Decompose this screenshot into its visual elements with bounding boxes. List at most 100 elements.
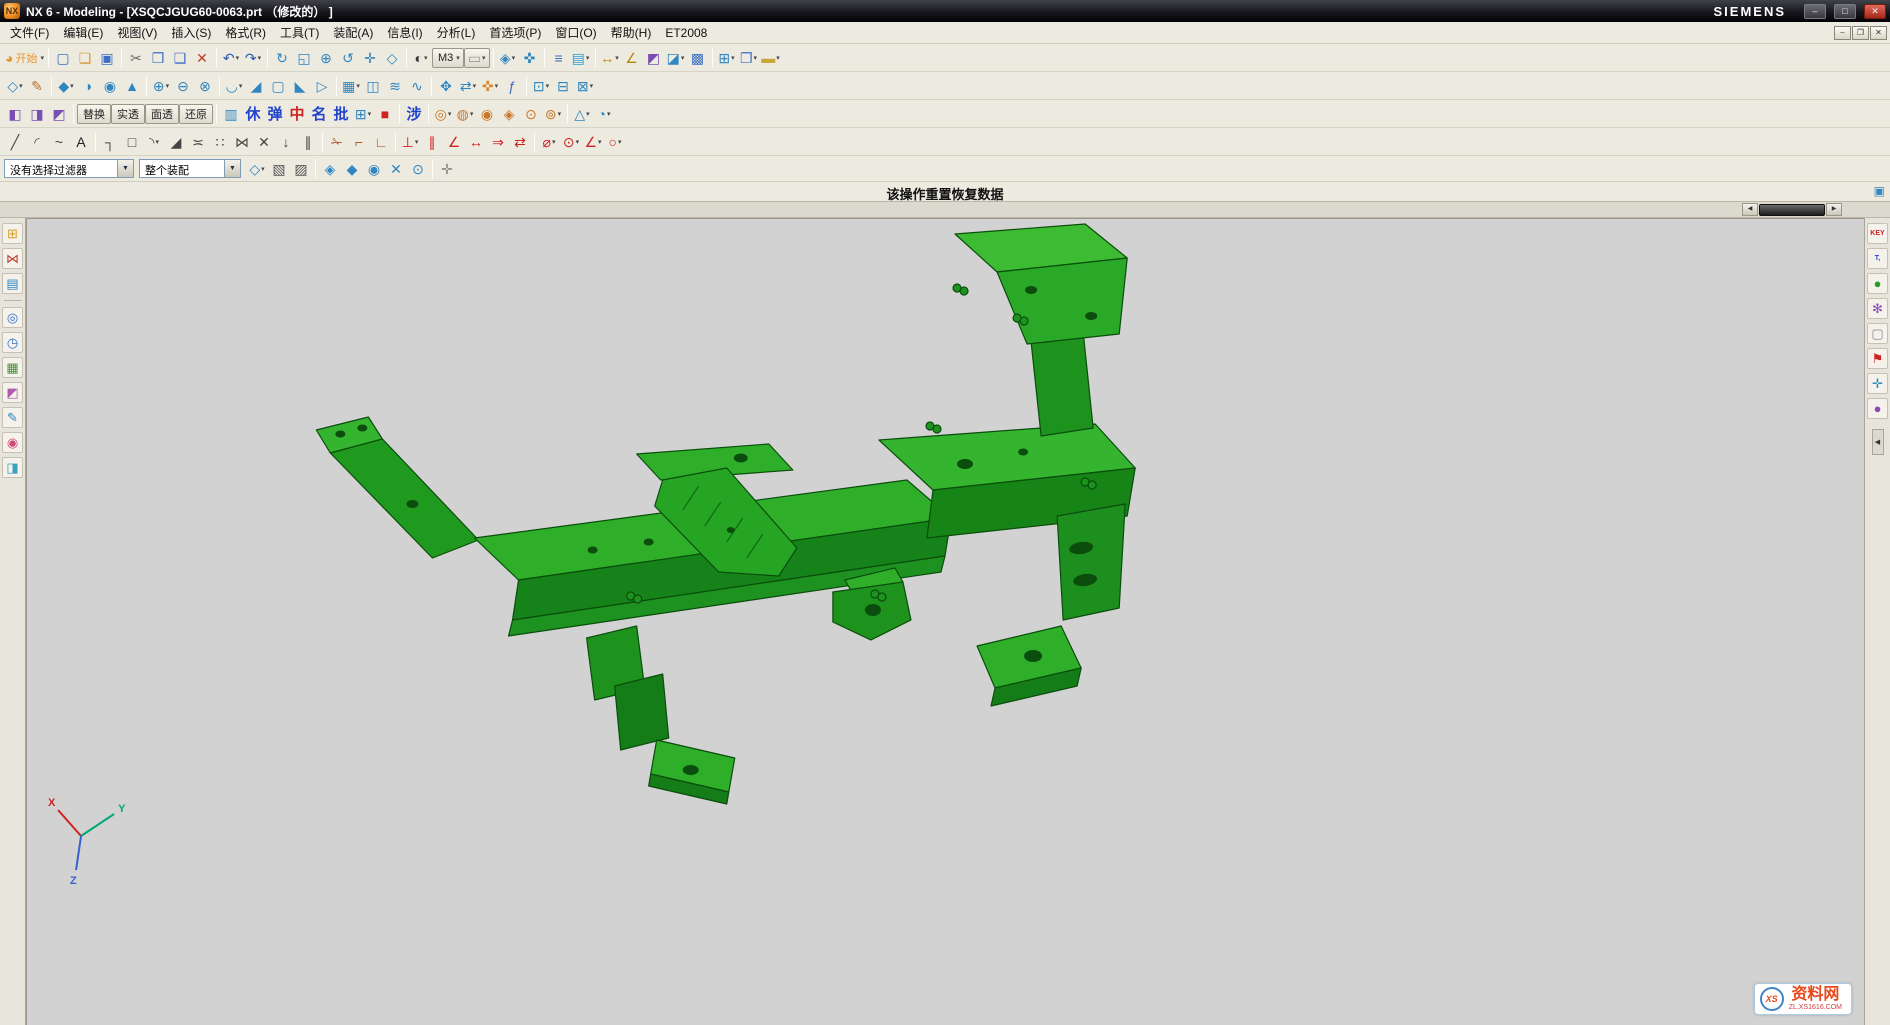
menu-window[interactable]: 窗口(O) [548,21,603,44]
menu-tools[interactable]: 工具(T) [273,21,326,44]
profile-button[interactable]: ┐ [99,130,121,153]
intersection-point-button[interactable]: ✕ [253,130,275,153]
document-restore-button[interactable]: ❐ [1852,26,1869,40]
deviation-button[interactable]: ⊚ ▾ [542,102,564,125]
offset-face-button[interactable]: ≋ [384,74,406,97]
menu-analysis[interactable]: 分析(L) [430,21,483,44]
menu-edit[interactable]: 编辑(E) [56,21,110,44]
molecule-icon[interactable]: ✻ [1867,298,1888,319]
expressions-button[interactable]: ƒ [501,74,523,97]
internet-explorer-icon[interactable]: ◎ [2,307,23,328]
spring-button[interactable]: 弹 [264,102,286,125]
show-constraints-button[interactable]: ∠ [443,130,465,153]
part-3d-model[interactable] [316,224,1135,804]
pan-button[interactable]: ✛ [359,46,381,69]
angular-dimension-button[interactable]: ∠ ▾ [582,130,604,153]
paste-button[interactable]: ❑ [169,46,191,69]
system-materials-icon[interactable]: ▦ [2,357,23,378]
column-display-button[interactable]: ▥ [220,102,242,125]
hole-button[interactable]: ◉ [99,74,121,97]
shaded-view-button[interactable]: ◐ ▾ [410,46,432,69]
manufacturing-wizard-icon[interactable]: ✎ [2,407,23,428]
studio-render-button[interactable]: ◩ [48,102,70,125]
true-shading-button[interactable]: ◧ [4,102,26,125]
arc-button[interactable]: ◜ [26,130,48,153]
env-settings-button[interactable]: ⊞ ▾ [352,102,374,125]
mirror-curve-button[interactable]: ⋈ [231,130,253,153]
alternate-solution-button[interactable]: ⇄ [509,130,531,153]
convert-to-reference-button[interactable]: ⇒ [487,130,509,153]
suppress-button[interactable]: 休 [242,102,264,125]
cut-button[interactable]: ✂ [125,46,147,69]
rectangle-button[interactable]: □ [121,130,143,153]
snap-arc-center-button[interactable]: △ ▾ [571,102,593,125]
window-minimize-button[interactable]: – [1804,4,1826,19]
perspective-button[interactable]: ◇ [381,46,403,69]
wcs-orient-button[interactable]: ✛ [436,157,458,180]
system-scene-icon[interactable]: ◨ [2,457,23,478]
material-sphere-icon[interactable]: ● [1867,273,1888,294]
extrude-button[interactable]: ◆ ▾ [55,74,77,97]
offset-curve-button[interactable]: ≍ [187,130,209,153]
menu-assemblies[interactable]: 装配(A) [326,21,380,44]
point-dialog-button[interactable]: ✜ [519,46,541,69]
open-file-button[interactable]: ❏ [74,46,96,69]
name-button[interactable]: 名 [308,102,330,125]
viewport-canvas[interactable]: X Y Z XS 资料网 ZL.XS1616.COM [26,218,1864,1025]
derived-line-button[interactable]: ∥ [297,130,319,153]
scroll-right-button[interactable]: ▶ [1826,203,1842,216]
tool-cross-icon[interactable]: ✛ [1867,373,1888,394]
zoom-button[interactable]: ⊕ [315,46,337,69]
perimeter-dimension-button[interactable]: ○ ▾ [604,130,626,153]
snap-intersection-button[interactable]: ✕ [385,157,407,180]
fit-view-button[interactable]: ◱ [293,46,315,69]
purple-ball-icon[interactable]: ● [1867,398,1888,419]
mirror-feature-button[interactable]: ◫ [362,74,384,97]
refresh-view-button[interactable]: ↻ [271,46,293,69]
menu-et2008[interactable]: ET2008 [658,23,714,43]
snap-point-button[interactable]: ◈ ▾ [497,46,519,69]
menu-preferences[interactable]: 首选项(P) [482,21,548,44]
new-window-button[interactable]: ❒ ▾ [738,46,760,69]
center-button[interactable]: 中 [286,102,308,125]
pattern-curve-button[interactable]: ∷ [209,130,231,153]
measure-angle-button[interactable]: ∠ [621,46,643,69]
unite-button[interactable]: ⊕ ▾ [150,74,172,97]
new-file-button[interactable]: ▢ [52,46,74,69]
project-curve-button[interactable]: ↓ [275,130,297,153]
pattern-feature-button[interactable]: ▦ ▾ [340,74,362,97]
edit-object-display-button[interactable]: ◎ ▾ [432,102,454,125]
make-corner-button[interactable]: ∟ [370,130,392,153]
section-view-button[interactable]: ◪ ▾ [665,46,687,69]
visual-sync-button[interactable]: ⊡ ▾ [530,74,552,97]
sketch-button[interactable]: ✎ [26,74,48,97]
delete-button[interactable]: ✕ [191,46,213,69]
text-tool-icon[interactable]: T, [1867,248,1888,269]
resource-bar-collapse-button[interactable]: ◀ [1872,429,1884,455]
part-navigator-icon[interactable]: ▤ [2,273,23,294]
red-solid-button[interactable]: ■ [374,102,396,125]
subtract-button[interactable]: ⊖ [172,74,194,97]
snap-center-button[interactable]: ⊙ [407,157,429,180]
move-object-button[interactable]: ✥ [435,74,457,97]
assembly-navigator-icon[interactable]: ⊞ [2,223,23,244]
trim-body-button[interactable]: ▷ [311,74,333,97]
snap-quadrant-button[interactable]: ◔ ▾ [593,102,615,125]
view-background-button[interactable]: ▭ ▾ [464,48,490,68]
process-studio-icon[interactable]: ◩ [2,382,23,403]
undo-button[interactable]: ↶ ▾ [220,46,242,69]
menu-file[interactable]: 文件(F) [3,21,56,44]
part-families-button[interactable]: ⊠ ▾ [574,74,596,97]
constraint-navigator-icon[interactable]: ⋈ [2,248,23,269]
quick-trim-button[interactable]: ✁ [326,130,348,153]
menu-insert[interactable]: 插入(S) [164,21,218,44]
snap-midpoint-button[interactable]: ◉ [363,157,385,180]
redo-button[interactable]: ↷ ▾ [242,46,264,69]
line-button[interactable]: ╱ [4,130,26,153]
menu-information[interactable]: 信息(I) [380,21,429,44]
synchronous-modeling-button[interactable]: ⇄ ▾ [457,74,479,97]
image-capture-button[interactable]: ▩ [687,46,709,69]
arrangements-button[interactable]: ⊞ ▾ [716,46,738,69]
spline-button[interactable]: ~ [48,130,70,153]
select-all-button[interactable]: ▧ [268,157,290,180]
